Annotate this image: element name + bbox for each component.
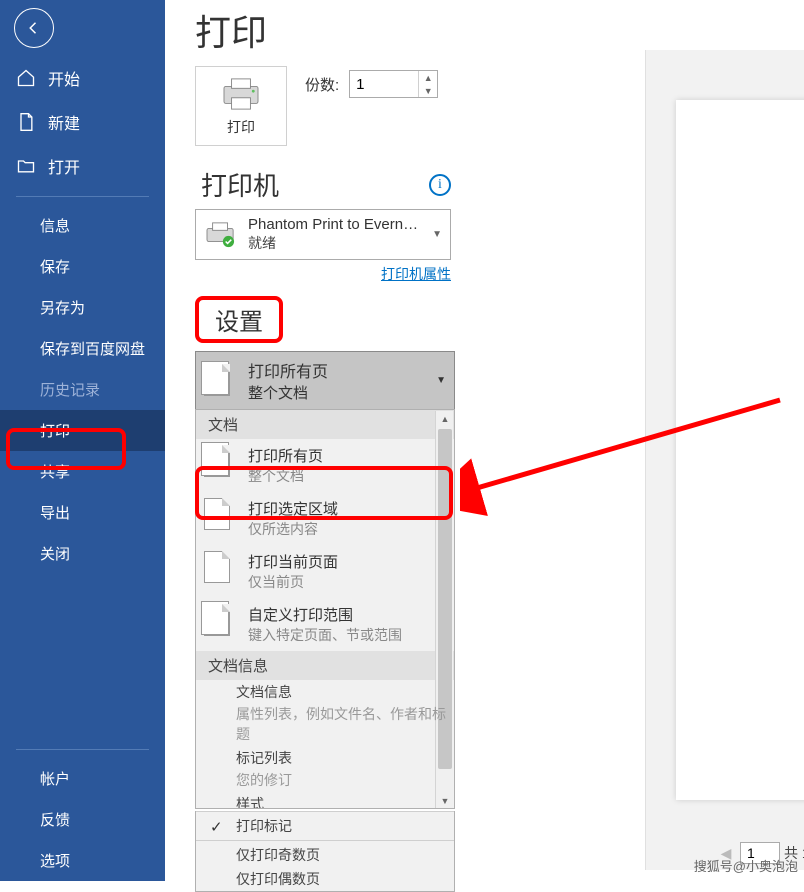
spinner-up-icon[interactable]: ▲ <box>419 71 437 84</box>
chevron-down-icon: ▼ <box>432 229 442 240</box>
item-sub: 仅当前页 <box>248 572 338 592</box>
chevron-down-icon: ▼ <box>436 375 446 386</box>
sidebar-item-save[interactable]: 保存 <box>0 246 165 287</box>
copies-spinner[interactable]: ▲ ▼ <box>349 70 438 98</box>
sidebar-item-share[interactable]: 共享 <box>0 451 165 492</box>
sidebar-item-label: 关闭 <box>40 543 70 564</box>
sidebar-item-label: 新建 <box>48 110 80 134</box>
copies-input[interactable] <box>350 73 418 96</box>
sidebar-item-label: 打开 <box>48 154 80 178</box>
spinner-down-icon[interactable]: ▼ <box>419 84 437 97</box>
sidebar-separator <box>16 196 149 197</box>
file-icon <box>16 112 36 132</box>
document-selection-icon <box>204 498 238 532</box>
dropdown-item-styles[interactable]: 样式 <box>196 792 454 809</box>
dropdown-item-odd-pages[interactable]: 仅打印奇数页 <box>196 843 454 867</box>
print-preview-page <box>676 100 804 800</box>
document-stack-icon <box>204 445 238 479</box>
sidebar-item-print[interactable]: 打印 <box>0 410 165 451</box>
sidebar-item-label: 保存到百度网盘 <box>40 338 145 359</box>
printer-icon <box>218 77 264 111</box>
dropdown-item-print-selection[interactable]: 打印选定区域 仅所选内容 <box>196 492 454 545</box>
sidebar-item-label: 开始 <box>48 66 80 90</box>
scroll-up-icon[interactable]: ▲ <box>436 411 454 427</box>
printer-selector[interactable]: Phantom Print to Evern… 就绪 ▼ <box>195 209 451 260</box>
settings-section-title: 设置 <box>209 309 269 336</box>
print-scope-dropdown: ▲ ▼ 文档 打印所有页 整个文档 打印选定区域 仅所选内容 打印当前页面 仅当… <box>195 409 455 809</box>
sidebar-item-label: 共享 <box>40 461 70 482</box>
dropdown-item-markup-list[interactable]: 标记列表 <box>196 746 454 770</box>
printer-name: Phantom Print to Evern… <box>248 216 426 233</box>
sidebar-item-info[interactable]: 信息 <box>0 205 165 246</box>
page-title: 打印 <box>195 4 804 56</box>
print-backstage-main: ◀ 共 1 页 打印 打印 份数: ▲ ▼ <box>165 0 804 881</box>
arrow-left-icon <box>25 19 43 37</box>
dropdown-item-docinfo-desc: 属性列表，例如文件名、作者和标题 <box>196 704 454 746</box>
scope-title: 打印所有页 <box>248 358 430 382</box>
printer-properties-link[interactable]: 打印机属性 <box>381 266 451 282</box>
sidebar-item-label: 选项 <box>40 850 70 871</box>
item-title: 打印选定区域 <box>248 498 338 519</box>
sidebar-separator <box>16 749 149 750</box>
print-button-label: 打印 <box>227 117 255 137</box>
print-scope-selector[interactable]: 打印所有页 整个文档 ▼ <box>195 351 455 410</box>
sidebar-item-feedback[interactable]: 反馈 <box>0 799 165 840</box>
sidebar-item-label: 打印 <box>40 420 70 441</box>
home-icon <box>16 68 36 88</box>
sidebar-item-label: 帐户 <box>40 768 70 789</box>
sidebar-item-label: 保存 <box>40 256 70 277</box>
item-sub: 键入特定页面、节或范围 <box>248 625 402 645</box>
backstage-sidebar: 开始 新建 打开 信息 保存 另存为 保存到百度网盘 历史记录 打印 共享 导出… <box>0 0 165 881</box>
dropdown-item-custom-range[interactable]: 自定义打印范围 键入特定页面、节或范围 <box>196 598 454 651</box>
sidebar-item-label: 历史记录 <box>40 379 100 400</box>
print-button[interactable]: 打印 <box>195 66 287 146</box>
annotation-settings-highlight: 设置 <box>195 296 283 343</box>
sidebar-item-new[interactable]: 新建 <box>0 100 165 144</box>
sidebar-item-account[interactable]: 帐户 <box>0 758 165 799</box>
item-sub: 整个文档 <box>248 466 323 486</box>
dropdown-item-print-all[interactable]: 打印所有页 整个文档 <box>196 439 454 492</box>
item-title: 打印当前页面 <box>248 551 338 572</box>
document-icon <box>204 551 238 585</box>
item-title: 打印所有页 <box>248 445 323 466</box>
info-icon[interactable]: i <box>429 174 451 196</box>
scope-sub: 整个文档 <box>248 382 430 403</box>
sidebar-item-history: 历史记录 <box>0 369 165 410</box>
sidebar-item-home[interactable]: 开始 <box>0 56 165 100</box>
item-sub: 仅所选内容 <box>248 519 338 539</box>
dropdown-header-document: 文档 <box>196 410 454 439</box>
sidebar-item-open[interactable]: 打开 <box>0 144 165 188</box>
printer-section-title: 打印机 <box>195 166 285 203</box>
folder-open-icon <box>16 156 36 176</box>
watermark: 搜狐号@小奥泡泡 <box>694 856 798 875</box>
printer-status-icon <box>204 221 238 249</box>
document-stack-icon <box>204 364 238 398</box>
sidebar-item-export[interactable]: 导出 <box>0 492 165 533</box>
sidebar-item-saveas[interactable]: 另存为 <box>0 287 165 328</box>
copies-label: 份数: <box>305 74 339 95</box>
sidebar-item-label: 另存为 <box>40 297 85 318</box>
sidebar-item-close[interactable]: 关闭 <box>0 533 165 574</box>
dropdown-item-print-current[interactable]: 打印当前页面 仅当前页 <box>196 545 454 598</box>
dropdown-item-docinfo[interactable]: 文档信息 <box>196 680 454 704</box>
dropdown-item-markup-desc: 您的修订 <box>196 770 454 792</box>
sidebar-item-label: 导出 <box>40 502 70 523</box>
print-preview-area: ◀ 共 1 页 <box>645 50 804 870</box>
item-title: 自定义打印范围 <box>248 604 402 625</box>
dropdown-item-print-markup[interactable]: 打印标记 <box>196 814 454 838</box>
back-button[interactable] <box>14 8 54 48</box>
copies-row: 份数: ▲ ▼ <box>305 66 438 98</box>
dropdown-item-even-pages[interactable]: 仅打印偶数页 <box>196 867 454 891</box>
document-range-icon <box>204 604 238 638</box>
sidebar-item-options[interactable]: 选项 <box>0 840 165 881</box>
sidebar-item-save-baidu[interactable]: 保存到百度网盘 <box>0 328 165 369</box>
sidebar-item-label: 反馈 <box>40 809 70 830</box>
sidebar-item-label: 信息 <box>40 215 70 236</box>
dropdown-header-docinfo: 文档信息 <box>196 651 454 680</box>
printer-status: 就绪 <box>248 233 426 253</box>
